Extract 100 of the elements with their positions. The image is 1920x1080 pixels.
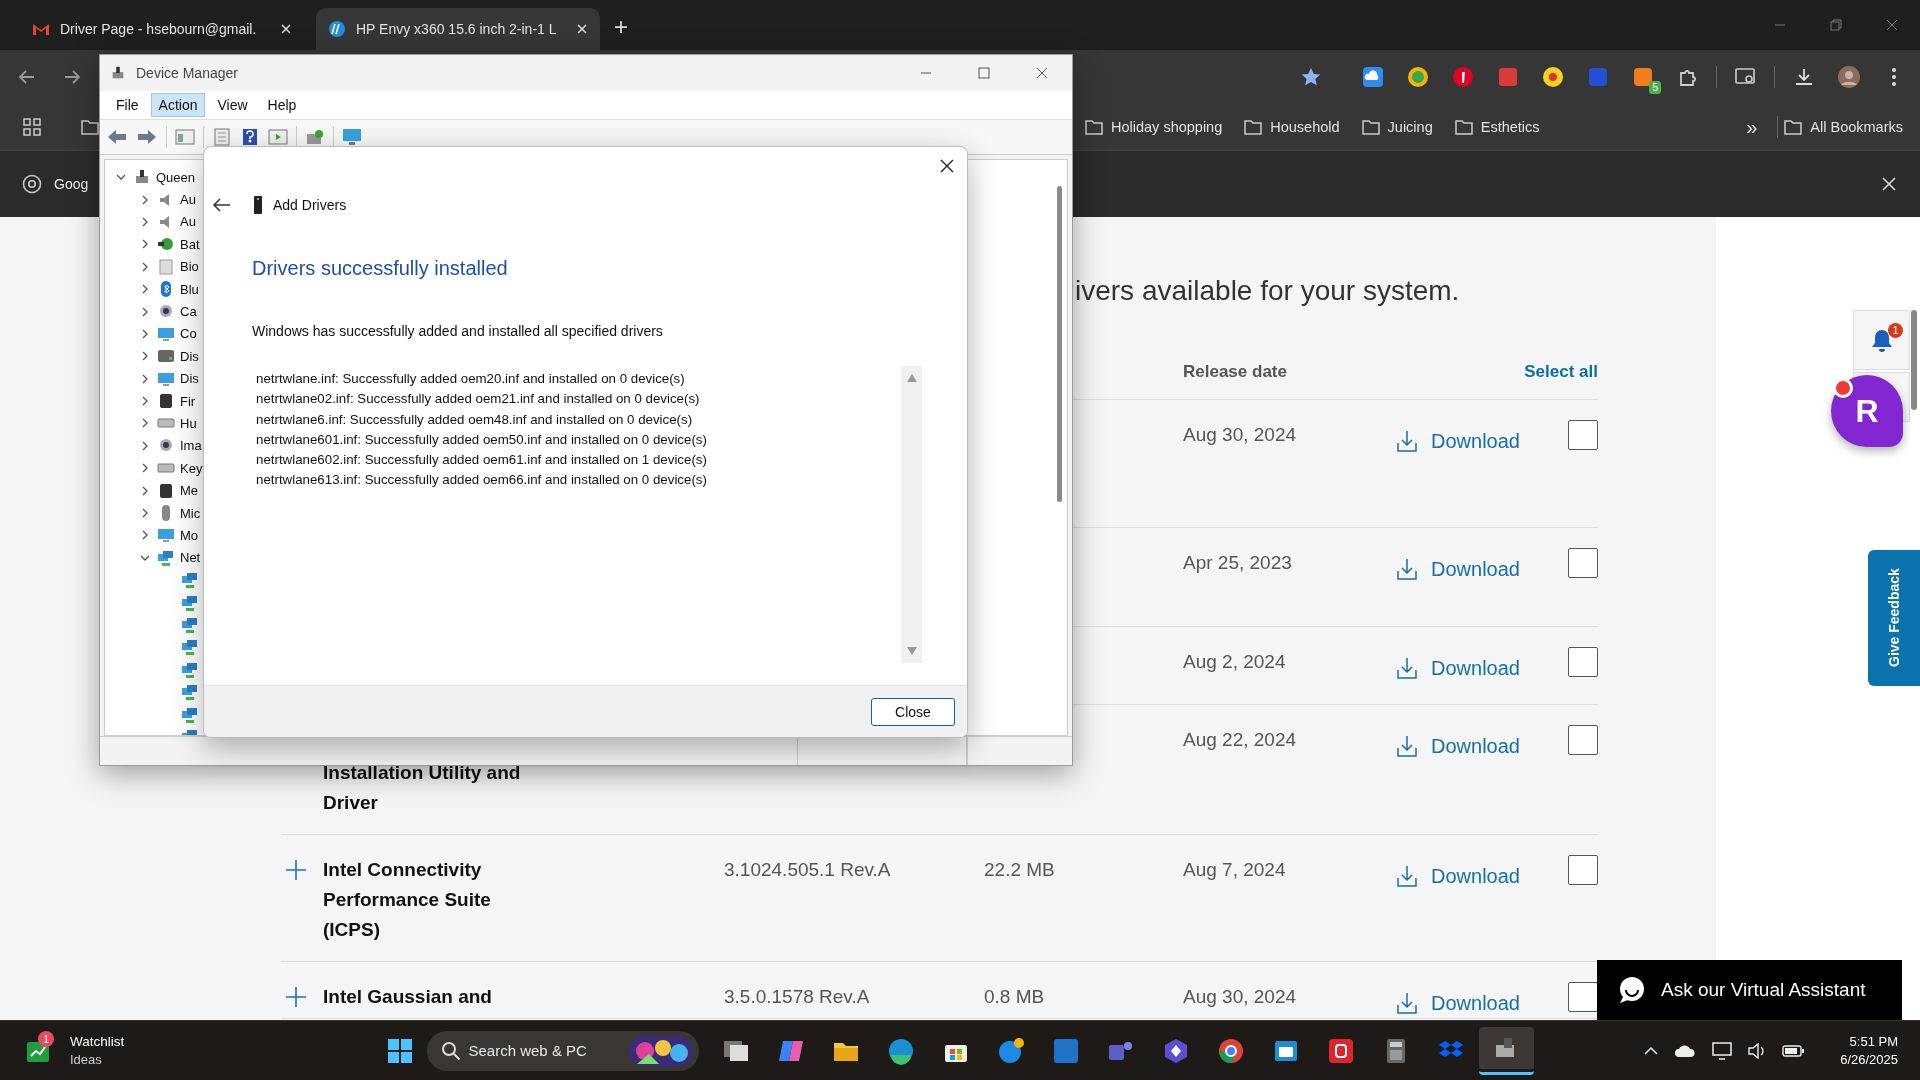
version-text: 3.5.0.1578 Rev.A — [724, 985, 871, 1009]
forward-arrow-icon[interactable] — [136, 128, 158, 146]
tree-item[interactable]: Ima — [180, 438, 202, 454]
checkbox[interactable] — [1568, 548, 1598, 578]
extension-icon[interactable] — [1540, 65, 1565, 89]
restore-icon[interactable] — [1830, 19, 1842, 31]
tree-item[interactable]: Me — [180, 483, 199, 499]
bookmark-folder[interactable]: Esthetics — [1454, 119, 1540, 135]
monitor-icon[interactable] — [1712, 1041, 1733, 1060]
chevron-icon[interactable] — [140, 418, 150, 429]
chevron-icon[interactable] — [140, 261, 150, 272]
tree-item[interactable]: Fir — [180, 393, 196, 409]
close-icon[interactable] — [1036, 67, 1048, 79]
close-button[interactable]: Close — [871, 697, 955, 726]
speaker-icon[interactable] — [1748, 1042, 1767, 1059]
tree-item[interactable]: Dis — [180, 371, 199, 387]
release-date: Aug 7, 2024 — [1183, 858, 1287, 882]
cloud-icon[interactable] — [1674, 1043, 1697, 1058]
tree-item[interactable]: Blu — [180, 281, 199, 297]
maximize-icon[interactable] — [978, 67, 990, 79]
apps-grid-icon[interactable] — [23, 118, 41, 136]
tree-item[interactable]: Dis — [180, 348, 199, 364]
checkbox[interactable] — [1568, 855, 1598, 885]
checkbox[interactable] — [1568, 420, 1598, 450]
scrollbar-thumb[interactable] — [1911, 310, 1917, 410]
bookmark-folder[interactable]: Holiday shopping — [1085, 119, 1223, 135]
chevron-icon[interactable] — [140, 351, 150, 362]
chevron-icon[interactable] — [140, 194, 150, 205]
menu-item[interactable]: File — [108, 93, 147, 117]
tree-item[interactable]: Ca — [180, 304, 197, 320]
windows-logo-icon[interactable] — [386, 1037, 413, 1064]
chevron-icon[interactable] — [140, 216, 150, 227]
download-link[interactable]: Download — [1395, 653, 1568, 683]
tree-item[interactable]: Au — [180, 214, 196, 230]
checkbox[interactable] — [1568, 647, 1598, 677]
cloud-icon[interactable] — [1360, 65, 1385, 89]
chevron-icon[interactable] — [140, 239, 150, 250]
scrollbar-thumb[interactable] — [1057, 186, 1062, 502]
menu-item[interactable]: View — [209, 93, 256, 117]
folder-icon[interactable] — [81, 119, 99, 135]
checkbox[interactable] — [1568, 725, 1598, 755]
more-bookmarks-button[interactable]: » — [1746, 115, 1758, 139]
checkbox[interactable] — [1568, 982, 1598, 1012]
battery-icon[interactable] — [1782, 1044, 1805, 1057]
chevron-icon[interactable] — [140, 485, 150, 496]
download-link[interactable]: Download — [1395, 554, 1568, 584]
window-icon[interactable] — [268, 128, 288, 146]
close-icon[interactable] — [939, 158, 955, 174]
bookmark-folder[interactable]: Household — [1244, 119, 1340, 135]
browser-tab[interactable]: HP Envy x360 15.6 inch 2-in-1 L — [316, 8, 600, 50]
compass-icon[interactable] — [1405, 65, 1430, 89]
plus-icon[interactable] — [285, 986, 307, 1008]
download-link[interactable]: Download — [1395, 731, 1568, 761]
tree-item[interactable]: Au — [180, 192, 196, 208]
tree-item[interactable]: Mic — [180, 505, 201, 521]
tree-item[interactable]: Bat — [180, 236, 200, 252]
select-all-link[interactable]: Select all — [1524, 362, 1598, 382]
chevron-icon[interactable] — [140, 463, 150, 474]
chevron-up-icon[interactable] — [1644, 1045, 1659, 1056]
notification-card[interactable]: 1 — [1853, 310, 1910, 370]
tab-search-icon[interactable] — [1734, 67, 1757, 87]
chevron-icon[interactable] — [140, 373, 150, 384]
tree-item[interactable]: Key — [180, 460, 203, 476]
scan-hardware-icon[interactable] — [305, 128, 325, 146]
chevron-icon[interactable] — [140, 396, 150, 407]
new-tab-button[interactable]: + — [614, 12, 628, 42]
chevron-icon[interactable] — [140, 530, 150, 541]
tree-item[interactable]: Queen — [156, 169, 196, 185]
tree-item[interactable]: Net — [180, 550, 201, 566]
tree-item[interactable]: Mo — [180, 527, 199, 543]
tree-item[interactable]: Co — [180, 326, 197, 342]
floating-assistant-button[interactable]: R — [1831, 375, 1903, 447]
chevron-icon[interactable] — [140, 328, 150, 339]
taskbar-app-button[interactable] — [1478, 1026, 1534, 1075]
help-icon[interactable] — [240, 128, 260, 146]
chevron-icon[interactable] — [140, 440, 150, 451]
download-link[interactable]: Download — [1395, 988, 1568, 1018]
avatar-icon[interactable] — [1836, 65, 1861, 89]
feedback-tab[interactable]: Give Feedback — [1868, 550, 1920, 686]
monitor-icon[interactable] — [342, 128, 362, 146]
download-link[interactable]: Download — [1395, 426, 1568, 456]
tree-item[interactable]: Hu — [180, 416, 197, 431]
pin-icon[interactable] — [1450, 65, 1475, 89]
clock-time[interactable]: 5:51 PM — [1849, 1032, 1898, 1051]
bookmark-folder[interactable]: Juicing — [1361, 119, 1433, 135]
browser-tab[interactable]: Driver Page - hsebourn@gmail. — [20, 8, 304, 50]
chevron-icon[interactable] — [140, 284, 150, 295]
menu-item[interactable]: Help — [259, 93, 305, 117]
tree-item[interactable]: Bio — [180, 259, 199, 275]
download-link[interactable]: Download — [1395, 861, 1568, 891]
chevron-icon[interactable] — [140, 306, 150, 317]
virtual-assistant-button[interactable]: Ask our Virtual Assistant — [1597, 960, 1902, 1020]
menu-icon[interactable] — [1890, 67, 1897, 87]
chevron-icon[interactable] — [140, 508, 150, 519]
clock-date[interactable]: 6/26/2025 — [1840, 1050, 1898, 1069]
plus-icon[interactable] — [285, 859, 307, 881]
download-icon[interactable] — [1793, 67, 1814, 87]
browser-icon — [1217, 1036, 1245, 1065]
all-bookmarks-folder[interactable]: All Bookmarks — [1784, 119, 1903, 135]
menu-item[interactable]: Action — [150, 93, 206, 117]
